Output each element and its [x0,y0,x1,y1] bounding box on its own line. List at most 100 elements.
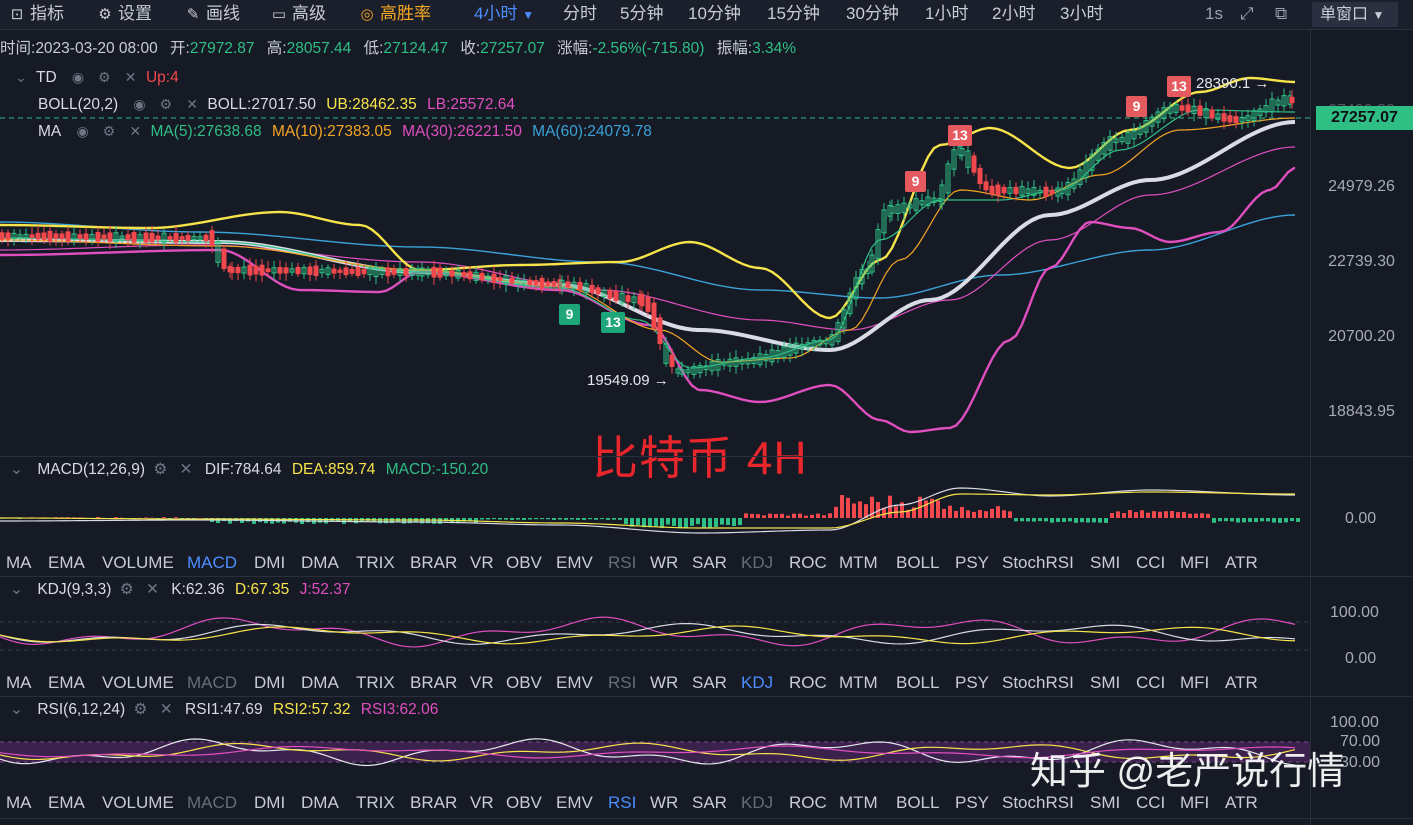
draw-line-button[interactable]: ✎ 画线 [184,3,240,25]
tab-mfi[interactable]: MFI [1180,670,1209,696]
win-rate-button[interactable]: ◎ 高胜率 [358,3,431,25]
collapse-icon[interactable]: ⌄ [10,66,32,88]
tab-emv[interactable]: EMV [556,550,593,576]
tab-smi[interactable]: SMI [1090,550,1120,576]
tab-vr[interactable]: VR [470,550,494,576]
tab-cci[interactable]: CCI [1136,550,1165,576]
tab-roc[interactable]: ROC [789,790,827,816]
eye-icon[interactable]: ◉ [128,93,150,115]
interval-2h[interactable]: 2小时 [992,3,1035,25]
close-icon[interactable]: ✕ [124,120,146,142]
tab-brar[interactable]: BRAR [410,670,457,696]
interval-1h[interactable]: 1小时 [925,3,968,25]
close-icon[interactable]: ✕ [160,701,173,718]
tab-roc[interactable]: ROC [789,550,827,576]
tab-vr[interactable]: VR [470,670,494,696]
tab-stochrsi[interactable]: StochRSI [1002,790,1074,816]
fullscreen-icon[interactable]: ⤢ [1240,3,1254,25]
eye-icon[interactable]: ◉ [72,120,94,142]
tab-dmi[interactable]: DMI [254,670,285,696]
tab-sar[interactable]: SAR [692,550,727,576]
gear-icon[interactable]: ⚙ [120,581,134,598]
tab-atr[interactable]: ATR [1225,670,1258,696]
tab-emv[interactable]: EMV [556,670,593,696]
gear-icon[interactable]: ⚙ [98,120,120,142]
tab-cci[interactable]: CCI [1136,790,1165,816]
tab-obv[interactable]: OBV [506,550,542,576]
interval-30m[interactable]: 30分钟 [846,3,899,25]
gear-icon[interactable]: ⚙ [155,93,177,115]
tab-psy[interactable]: PSY [955,670,989,696]
tab-ema[interactable]: EMA [48,550,85,576]
advanced-button[interactable]: ▭ 高级 [270,3,326,25]
tab-macd[interactable]: MACD [187,790,237,816]
tab-trix[interactable]: TRIX [356,550,395,576]
settings-button[interactable]: ⚙ 设置 [96,3,152,25]
tab-kdj[interactable]: KDJ [741,670,773,696]
tab-volume[interactable]: VOLUME [102,790,174,816]
gear-icon[interactable]: ⚙ [93,66,115,88]
tab-volume[interactable]: VOLUME [102,670,174,696]
tab-stochrsi[interactable]: StochRSI [1002,550,1074,576]
tab-ema[interactable]: EMA [48,670,85,696]
tab-smi[interactable]: SMI [1090,670,1120,696]
tab-cci[interactable]: CCI [1136,670,1165,696]
tab-obv[interactable]: OBV [506,790,542,816]
tab-dmi[interactable]: DMI [254,550,285,576]
popout-icon[interactable]: ⧉ [1275,3,1287,25]
close-icon[interactable]: ✕ [180,461,193,478]
refresh-rate[interactable]: 1s [1205,3,1223,25]
tab-brar[interactable]: BRAR [410,550,457,576]
tab-obv[interactable]: OBV [506,670,542,696]
tab-smi[interactable]: SMI [1090,790,1120,816]
tab-ma[interactable]: MA [6,670,32,696]
interval-3h[interactable]: 3小时 [1060,3,1103,25]
tab-ma[interactable]: MA [6,550,32,576]
tab-roc[interactable]: ROC [789,670,827,696]
tab-sar[interactable]: SAR [692,670,727,696]
tab-kdj[interactable]: KDJ [741,790,773,816]
interval-15m[interactable]: 15分钟 [767,3,820,25]
tab-dmi[interactable]: DMI [254,790,285,816]
tab-rsi[interactable]: RSI [608,670,636,696]
tab-trix[interactable]: TRIX [356,670,395,696]
tab-rsi[interactable]: RSI [608,550,636,576]
close-icon[interactable]: ✕ [181,93,203,115]
tab-dma[interactable]: DMA [301,790,339,816]
tab-wr[interactable]: WR [650,670,678,696]
interval-10m[interactable]: 10分钟 [688,3,741,25]
tab-ma[interactable]: MA [6,790,32,816]
tab-boll[interactable]: BOLL [896,790,939,816]
tab-rsi[interactable]: RSI [608,790,636,816]
tab-vr[interactable]: VR [470,790,494,816]
tab-mfi[interactable]: MFI [1180,550,1209,576]
tab-mtm[interactable]: MTM [839,790,878,816]
interval-5m[interactable]: 5分钟 [620,3,663,25]
tab-stochrsi[interactable]: StochRSI [1002,670,1074,696]
tab-trix[interactable]: TRIX [356,790,395,816]
interval-dropdown[interactable]: 4小时 ▼ [474,3,534,25]
tab-psy[interactable]: PSY [955,790,989,816]
tab-wr[interactable]: WR [650,790,678,816]
tab-atr[interactable]: ATR [1225,550,1258,576]
tab-boll[interactable]: BOLL [896,550,939,576]
eye-icon[interactable]: ◉ [67,66,89,88]
tab-dma[interactable]: DMA [301,670,339,696]
tab-volume[interactable]: VOLUME [102,550,174,576]
tab-ema[interactable]: EMA [48,790,85,816]
tab-kdj[interactable]: KDJ [741,550,773,576]
tab-psy[interactable]: PSY [955,550,989,576]
tab-brar[interactable]: BRAR [410,790,457,816]
tab-macd[interactable]: MACD [187,550,237,576]
tab-mfi[interactable]: MFI [1180,790,1209,816]
tab-mtm[interactable]: MTM [839,670,878,696]
indicators-button[interactable]: ⊡ 指标 [8,3,64,25]
interval-1m[interactable]: 分时 [563,3,597,25]
gear-icon[interactable]: ⚙ [134,701,148,718]
close-icon[interactable]: ✕ [120,66,142,88]
tab-atr[interactable]: ATR [1225,790,1258,816]
tab-dma[interactable]: DMA [301,550,339,576]
tab-mtm[interactable]: MTM [839,550,878,576]
tab-emv[interactable]: EMV [556,790,593,816]
tab-sar[interactable]: SAR [692,790,727,816]
